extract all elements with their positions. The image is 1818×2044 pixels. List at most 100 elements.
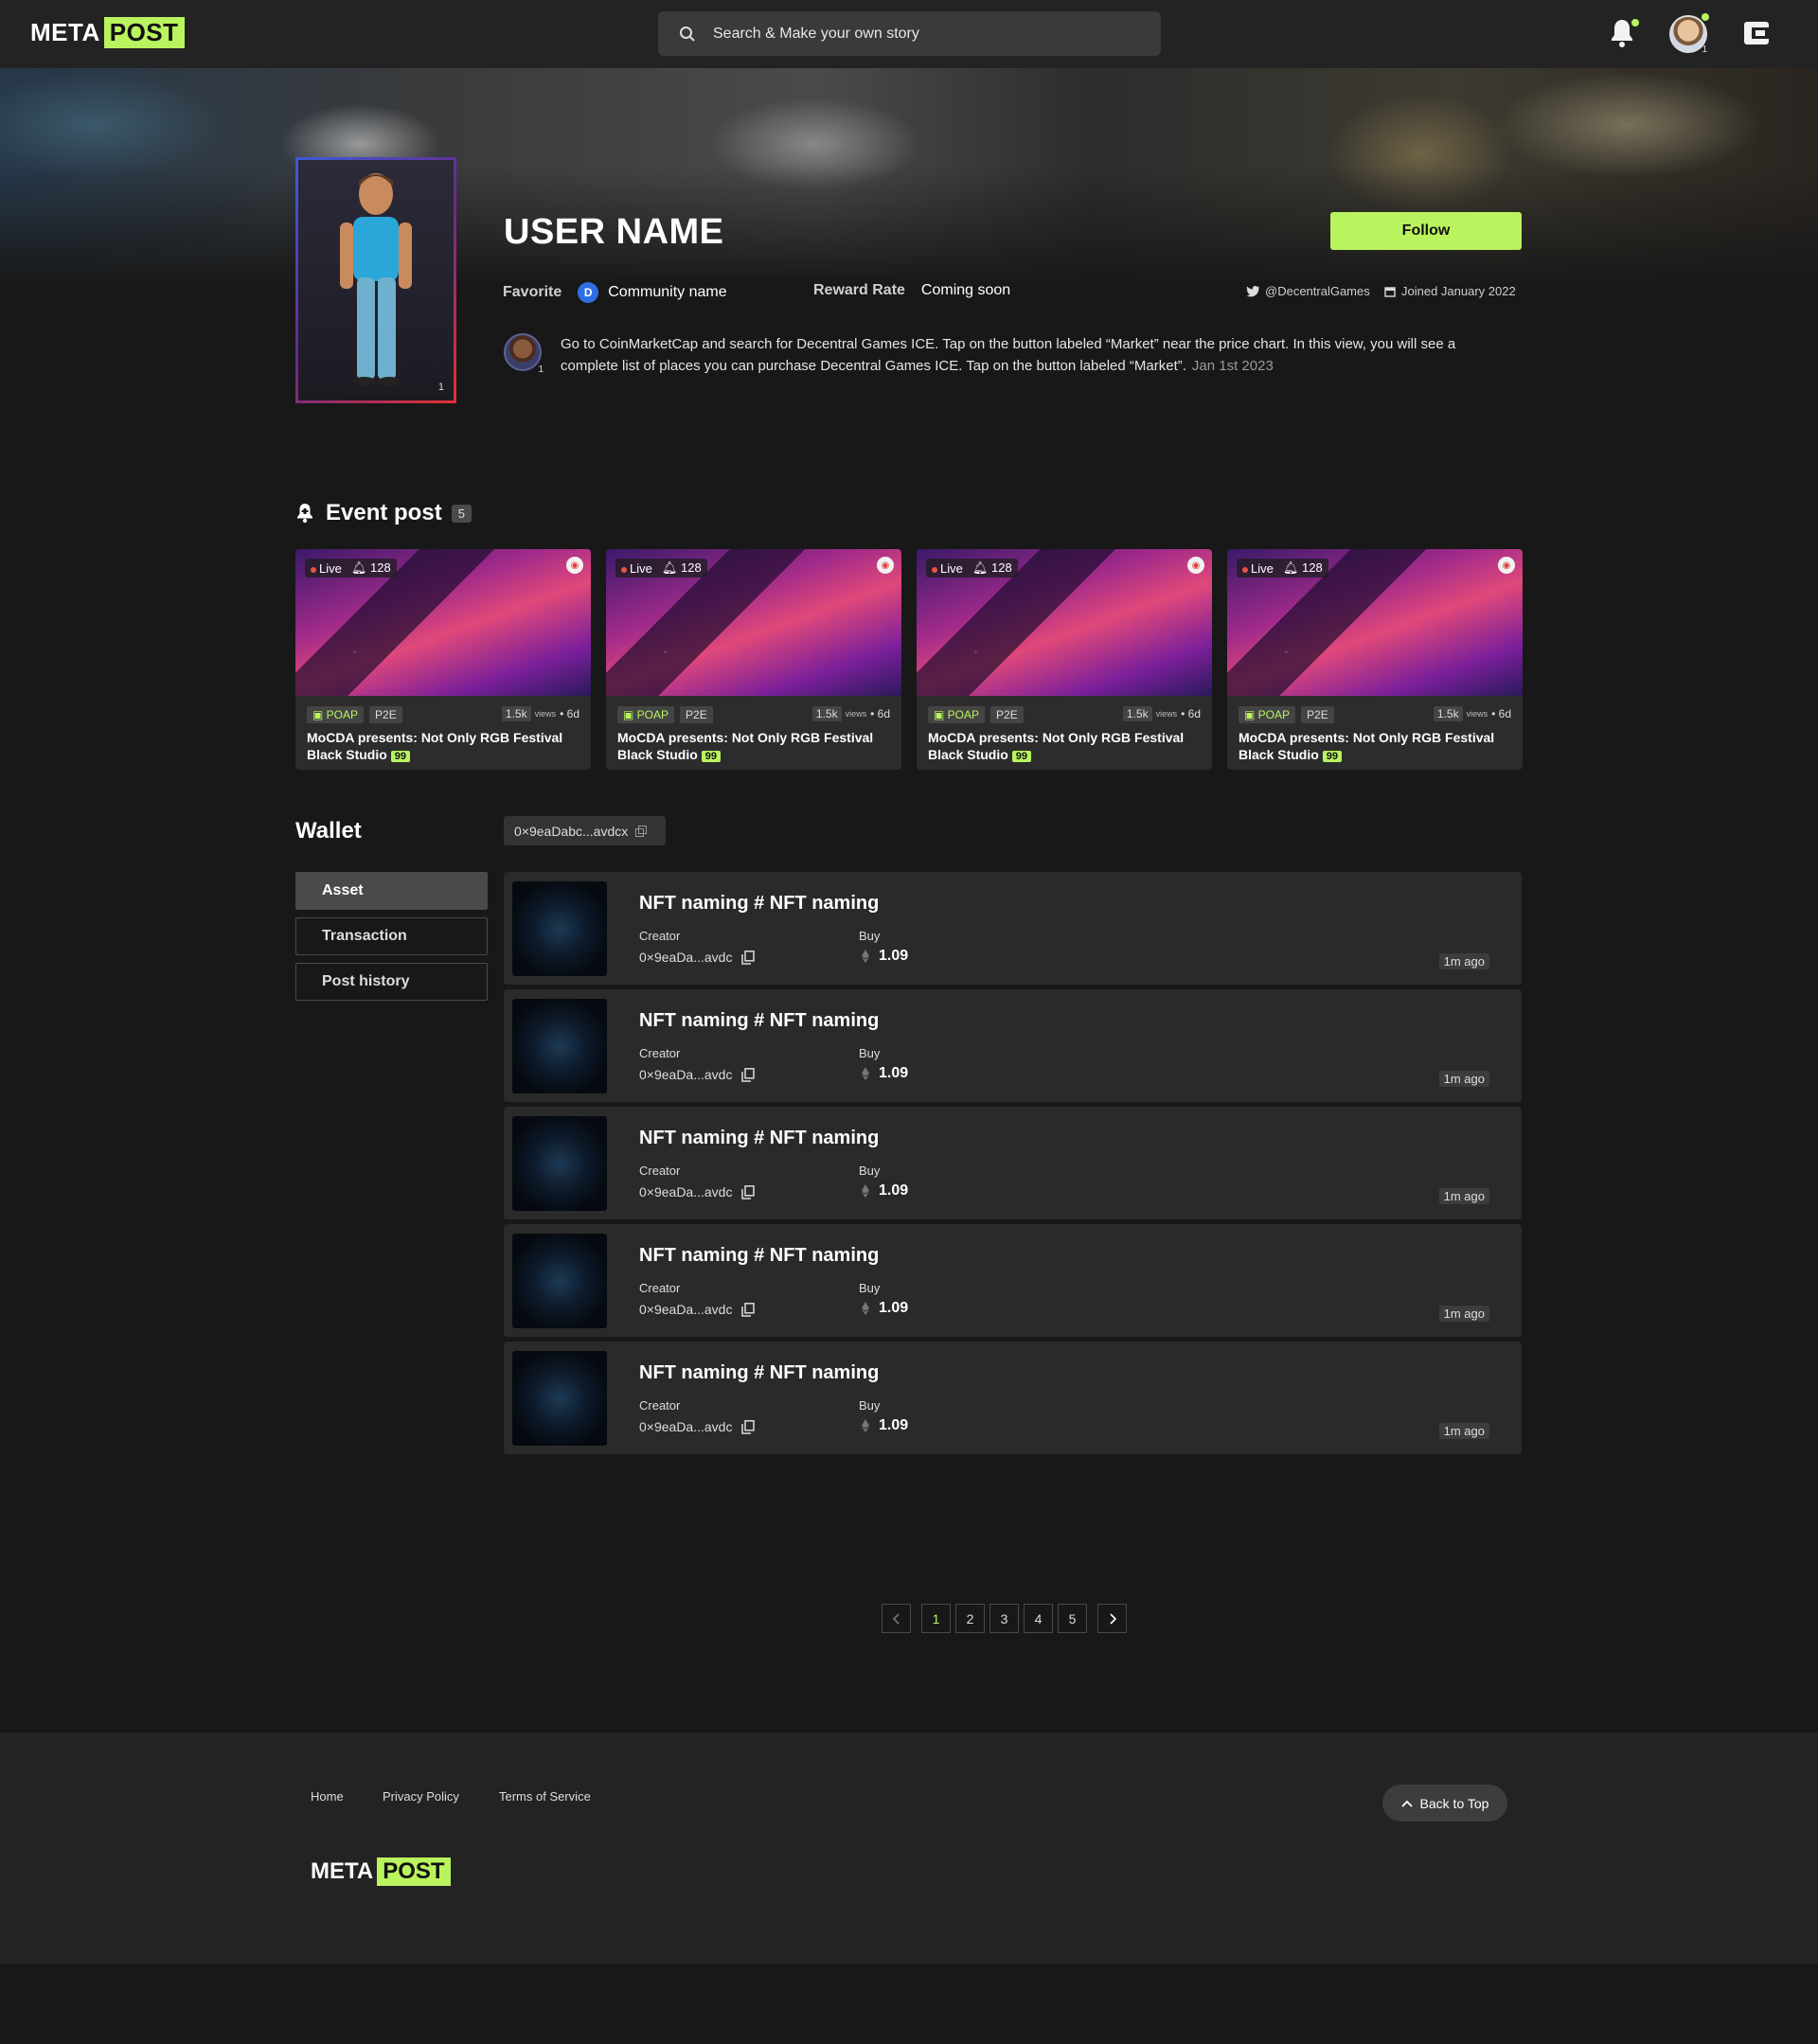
nft-price-value: 1.09 bbox=[879, 1065, 909, 1081]
ethereum-icon bbox=[862, 1302, 869, 1315]
event-title-line-1: MoCDA presents: Not Only RGB Festival bbox=[617, 730, 874, 745]
live-label: Live bbox=[319, 560, 342, 576]
page-button-5[interactable]: 5 bbox=[1058, 1604, 1087, 1633]
copy-icon[interactable] bbox=[741, 1184, 756, 1200]
viewer-count: 128 bbox=[681, 560, 702, 575]
search-bar[interactable]: Search & Make your own story bbox=[658, 11, 1161, 56]
community-badge-icon: ◉ bbox=[1187, 557, 1204, 574]
footer: Home Privacy Policy Terms of Service Bac… bbox=[0, 1733, 1818, 1964]
creator-address-text: 0×9eaDa...avdc bbox=[639, 1184, 733, 1200]
event-stats: 1.5k views • 6d bbox=[811, 706, 890, 721]
pagination: 1 2 3 4 5 bbox=[882, 1604, 1127, 1633]
nft-list-item[interactable]: NFT naming # NFT naming Creator Buy 0×9e… bbox=[504, 1224, 1522, 1337]
comment-avatar[interactable]: 1 bbox=[504, 333, 544, 375]
event-card-image: Live 🔔︎ 128 ◉ bbox=[606, 549, 901, 696]
nft-thumbnail bbox=[512, 881, 607, 976]
copy-icon[interactable] bbox=[635, 825, 648, 837]
event-stats: 1.5k views • 6d bbox=[1122, 706, 1201, 721]
search-placeholder: Search & Make your own story bbox=[713, 25, 919, 42]
nft-title: NFT naming # NFT naming bbox=[639, 893, 880, 914]
live-label: Live bbox=[630, 560, 652, 576]
wallet-heading: Wallet bbox=[295, 818, 362, 844]
event-card[interactable]: Live 🔔︎ 128 ◉ ▣ POAP P2E 1.5k views • 6d… bbox=[1227, 549, 1523, 770]
chevron-right-icon bbox=[1109, 1612, 1116, 1625]
twitter-handle[interactable]: @DecentralGames bbox=[1246, 284, 1370, 298]
tab-asset[interactable]: Asset bbox=[295, 872, 488, 910]
user-avatar[interactable]: 1 bbox=[1669, 13, 1709, 55]
community-name-link[interactable]: Community name bbox=[608, 284, 726, 301]
buy-label: Buy bbox=[859, 1164, 881, 1178]
event-post-count: 5 bbox=[451, 504, 472, 523]
viewer-count: 128 bbox=[370, 560, 391, 575]
creator-address: 0×9eaDa...avdc bbox=[639, 1302, 756, 1317]
footer-link-home[interactable]: Home bbox=[311, 1789, 344, 1804]
profile-banner bbox=[0, 68, 1818, 286]
community-badge-icon: ◉ bbox=[877, 557, 894, 574]
event-card[interactable]: Live 🔔︎ 128 ◉ ▣ POAP P2E 1.5k views • 6d… bbox=[606, 549, 901, 770]
nft-list-item[interactable]: NFT naming # NFT naming Creator Buy 0×9e… bbox=[504, 1342, 1522, 1454]
footer-link-privacy[interactable]: Privacy Policy bbox=[383, 1789, 459, 1804]
live-dot bbox=[621, 566, 627, 573]
event-card[interactable]: Live 🔔︎ 128 ◉ ▣ POAP P2E 1.5k views • 6d… bbox=[295, 549, 591, 770]
nft-list-item[interactable]: NFT naming # NFT naming Creator Buy 0×9e… bbox=[504, 872, 1522, 985]
copy-icon[interactable] bbox=[741, 950, 756, 965]
event-age: • 6d bbox=[560, 707, 579, 720]
search-icon bbox=[680, 26, 695, 42]
event-score-badge: 99 bbox=[701, 751, 722, 762]
event-card[interactable]: Live 🔔︎ 128 ◉ ▣ POAP P2E 1.5k views • 6d… bbox=[917, 549, 1212, 770]
event-post-title: Event post bbox=[326, 500, 442, 525]
tab-transaction[interactable]: Transaction bbox=[295, 917, 488, 955]
nft-thumbnail bbox=[512, 1234, 607, 1328]
comment-line-2: complete list of places you can purchase… bbox=[561, 358, 1186, 374]
event-card-image: Live 🔔︎ 128 ◉ bbox=[917, 549, 1212, 696]
live-badge: Live 🔔︎ 128 bbox=[926, 559, 1018, 578]
viewer-count: 128 bbox=[991, 560, 1012, 575]
page-button-2[interactable]: 2 bbox=[955, 1604, 985, 1633]
nft-price-value: 1.09 bbox=[879, 1417, 909, 1433]
favorite-label: Favorite bbox=[503, 284, 562, 300]
live-label: Live bbox=[1251, 560, 1274, 576]
page-button-4[interactable]: 4 bbox=[1024, 1604, 1053, 1633]
buy-label: Buy bbox=[859, 1046, 881, 1060]
ethereum-icon bbox=[862, 1419, 869, 1432]
event-bell-icon bbox=[297, 504, 312, 524]
page-button-1[interactable]: 1 bbox=[921, 1604, 951, 1633]
copy-icon[interactable] bbox=[741, 1419, 756, 1434]
back-to-top-button[interactable]: Back to Top bbox=[1382, 1785, 1507, 1822]
footer-logo[interactable]: META POST bbox=[311, 1857, 451, 1886]
nft-price: 1.09 bbox=[862, 1300, 908, 1317]
meta-post-logo[interactable]: META POST bbox=[30, 17, 185, 48]
event-tags: ▣ POAP P2E bbox=[307, 706, 402, 723]
ethereum-icon bbox=[862, 1067, 869, 1080]
prev-page-button[interactable] bbox=[882, 1604, 911, 1633]
community-icon: D bbox=[578, 282, 599, 303]
creator-address: 0×9eaDa...avdc bbox=[639, 1419, 756, 1434]
nft-title: NFT naming # NFT naming bbox=[639, 1362, 880, 1383]
copy-icon[interactable] bbox=[741, 1302, 756, 1317]
next-page-button[interactable] bbox=[1097, 1604, 1127, 1633]
wallet-address-pill[interactable]: 0×9eaDabc...avdcx bbox=[504, 816, 666, 845]
nft-list-item[interactable]: NFT naming # NFT naming Creator Buy 0×9e… bbox=[504, 1107, 1522, 1219]
wallet-icon[interactable] bbox=[1742, 19, 1771, 52]
nft-time: 1m ago bbox=[1438, 1423, 1489, 1439]
chevron-left-icon bbox=[892, 1612, 900, 1625]
nft-list-item[interactable]: NFT naming # NFT naming Creator Buy 0×9e… bbox=[504, 989, 1522, 1102]
online-dot bbox=[1702, 13, 1709, 21]
footer-link-terms[interactable]: Terms of Service bbox=[499, 1789, 591, 1804]
creator-address-text: 0×9eaDa...avdc bbox=[639, 950, 733, 965]
event-stats: 1.5k views • 6d bbox=[501, 706, 579, 721]
tab-post-history[interactable]: Post history bbox=[295, 963, 488, 1001]
nft-price-value: 1.09 bbox=[879, 1182, 909, 1199]
twitter-icon bbox=[1246, 285, 1259, 296]
live-dot bbox=[932, 566, 937, 573]
page-button-3[interactable]: 3 bbox=[989, 1604, 1019, 1633]
event-card-title: MoCDA presents: Not Only RGB Festival Bl… bbox=[307, 729, 581, 765]
copy-icon[interactable] bbox=[741, 1067, 756, 1082]
viewer-bell-icon: 🔔︎ bbox=[350, 560, 367, 575]
notification-bell-icon[interactable] bbox=[1607, 17, 1639, 54]
event-card-title: MoCDA presents: Not Only RGB Festival Bl… bbox=[1239, 729, 1513, 765]
nft-price-value: 1.09 bbox=[879, 1300, 909, 1316]
event-title-line-1: MoCDA presents: Not Only RGB Festival bbox=[1239, 730, 1495, 745]
follow-button[interactable]: Follow bbox=[1330, 212, 1522, 250]
logo-post-text: POST bbox=[103, 17, 185, 48]
